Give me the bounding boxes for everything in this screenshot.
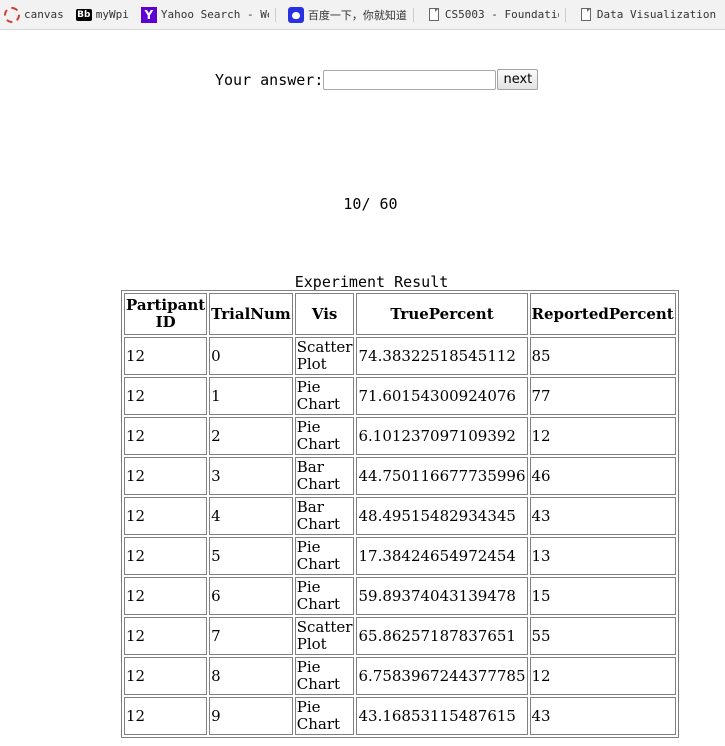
cell-trial-num: 2 xyxy=(209,417,293,455)
header-reported-percent: ReportedPercent xyxy=(529,293,676,335)
cell-trial-num: 0 xyxy=(209,337,293,375)
table-row: 12 9 Pie Chart 43.16853115487615 43 xyxy=(124,697,676,735)
bookmark-data-visualization[interactable]: Data Visualization xyxy=(578,8,716,21)
table-row: 12 6 Pie Chart 59.89374043139478 15 xyxy=(124,577,676,615)
bookmark-label: CS5003 - Foundation xyxy=(444,8,559,21)
experiment-result-table: Partipant ID TrialNum Vis TruePercent Re… xyxy=(121,290,679,738)
cell-reported-percent: 43 xyxy=(529,697,676,735)
cell-true-percent: 48.49515482934345 xyxy=(356,497,528,535)
baidu-icon xyxy=(287,6,304,23)
cell-reported-percent: 12 xyxy=(529,417,676,455)
answer-form: Your answer: next xyxy=(215,69,539,90)
bookmark-mywpi[interactable]: Bb myWpi xyxy=(75,8,129,21)
cell-reported-percent: 46 xyxy=(529,457,676,495)
bookmark-label: Yahoo Search - Web xyxy=(160,8,269,21)
table-caption: Experiment Result xyxy=(294,273,449,291)
cell-reported-percent: 77 xyxy=(529,377,676,415)
cell-trial-num: 7 xyxy=(209,617,293,655)
bookmark-label: Data Visualization xyxy=(596,8,717,21)
table-row: 12 5 Pie Chart 17.38424654972454 13 xyxy=(124,537,676,575)
cell-participant-id: 12 xyxy=(124,337,208,375)
cell-trial-num: 9 xyxy=(209,697,293,735)
cell-participant-id: 12 xyxy=(124,377,208,415)
answer-input[interactable] xyxy=(323,69,497,90)
separator xyxy=(412,7,414,22)
page-icon xyxy=(580,8,591,21)
header-true-percent: TruePercent xyxy=(356,293,528,335)
cell-true-percent: 17.38424654972454 xyxy=(356,537,528,575)
cell-reported-percent: 13 xyxy=(529,537,676,575)
cell-vis: Pie Chart xyxy=(294,537,355,575)
cell-vis: Scatter Plot xyxy=(294,617,355,655)
cell-vis: Pie Chart xyxy=(294,377,355,415)
separator xyxy=(274,7,276,22)
bookmark-label: canvas xyxy=(24,8,64,21)
table-header-row: Partipant ID TrialNum Vis TruePercent Re… xyxy=(124,293,676,335)
blackboard-icon: Bb xyxy=(75,8,92,21)
answer-label: Your answer: xyxy=(215,70,324,89)
cell-reported-percent: 85 xyxy=(529,337,676,375)
cell-reported-percent: 12 xyxy=(529,657,676,695)
trial-progress: 10/ 60 xyxy=(343,195,398,213)
cell-reported-percent: 55 xyxy=(529,617,676,655)
cell-vis: Pie Chart xyxy=(294,417,355,455)
bookmark-label: myWpi xyxy=(95,8,129,21)
canvas-icon xyxy=(4,6,20,23)
cell-true-percent: 6.7583967244377785 xyxy=(356,657,528,695)
cell-reported-percent: 15 xyxy=(529,577,676,615)
cell-true-percent: 43.16853115487615 xyxy=(356,697,528,735)
table-row: 12 1 Pie Chart 71.60154300924076 77 xyxy=(124,377,676,415)
cell-trial-num: 1 xyxy=(209,377,293,415)
header-vis: Vis xyxy=(294,293,355,335)
cell-participant-id: 12 xyxy=(124,577,208,615)
cell-participant-id: 12 xyxy=(124,657,208,695)
cell-trial-num: 3 xyxy=(209,457,293,495)
cell-vis: Bar Chart xyxy=(294,497,355,535)
cell-trial-num: 8 xyxy=(209,657,293,695)
cell-participant-id: 12 xyxy=(124,497,208,535)
cell-trial-num: 5 xyxy=(209,537,293,575)
cell-vis: Pie Chart xyxy=(294,577,355,615)
table-row: 12 0 Scatter Plot 74.38322518545112 85 xyxy=(124,337,676,375)
yahoo-icon: Y xyxy=(140,6,157,23)
table-row: 12 4 Bar Chart 48.49515482934345 43 xyxy=(124,497,676,535)
cell-participant-id: 12 xyxy=(124,457,208,495)
next-button[interactable]: next xyxy=(497,69,539,90)
table-row: 12 7 Scatter Plot 65.86257187837651 55 xyxy=(124,617,676,655)
cell-true-percent: 65.86257187837651 xyxy=(356,617,528,655)
cell-true-percent: 44.750116677735996 xyxy=(356,457,528,495)
cell-true-percent: 59.89374043139478 xyxy=(356,577,528,615)
cell-participant-id: 12 xyxy=(124,697,208,735)
cell-true-percent: 74.38322518545112 xyxy=(356,337,528,375)
cell-trial-num: 4 xyxy=(209,497,293,535)
cell-vis: Scatter Plot xyxy=(294,337,355,375)
table-row: 12 3 Bar Chart 44.750116677735996 46 xyxy=(124,457,676,495)
page-icon xyxy=(428,8,439,21)
bookmark-yahoo[interactable]: Y Yahoo Search - Web xyxy=(140,6,276,23)
separator xyxy=(564,7,566,22)
cell-vis: Pie Chart xyxy=(294,697,355,735)
header-trial-num: TrialNum xyxy=(209,293,293,335)
cell-participant-id: 12 xyxy=(124,417,208,455)
cell-participant-id: 12 xyxy=(124,617,208,655)
cell-true-percent: 71.60154300924076 xyxy=(356,377,528,415)
cell-trial-num: 6 xyxy=(209,577,293,615)
cell-reported-percent: 43 xyxy=(529,497,676,535)
cell-participant-id: 12 xyxy=(124,537,208,575)
bookmark-baidu[interactable]: 百度一下，你就知道 xyxy=(287,6,414,23)
table-row: 12 2 Pie Chart 6.101237097109392 12 xyxy=(124,417,676,455)
cell-vis: Bar Chart xyxy=(294,457,355,495)
cell-vis: Pie Chart xyxy=(294,657,355,695)
bookmark-cs5003[interactable]: CS5003 - Foundation xyxy=(426,7,566,22)
table-row: 12 8 Pie Chart 6.7583967244377785 12 xyxy=(124,657,676,695)
header-participant-id: Partipant ID xyxy=(124,293,208,335)
bookmark-label: 百度一下，你就知道 xyxy=(307,8,407,22)
bookmarks-bar: canvas Bb myWpi Y Yahoo Search - Web 百度一… xyxy=(0,0,725,30)
table-body: 12 0 Scatter Plot 74.38322518545112 85 1… xyxy=(124,337,676,735)
cell-true-percent: 6.101237097109392 xyxy=(356,417,528,455)
bookmark-canvas[interactable]: canvas xyxy=(4,6,64,23)
